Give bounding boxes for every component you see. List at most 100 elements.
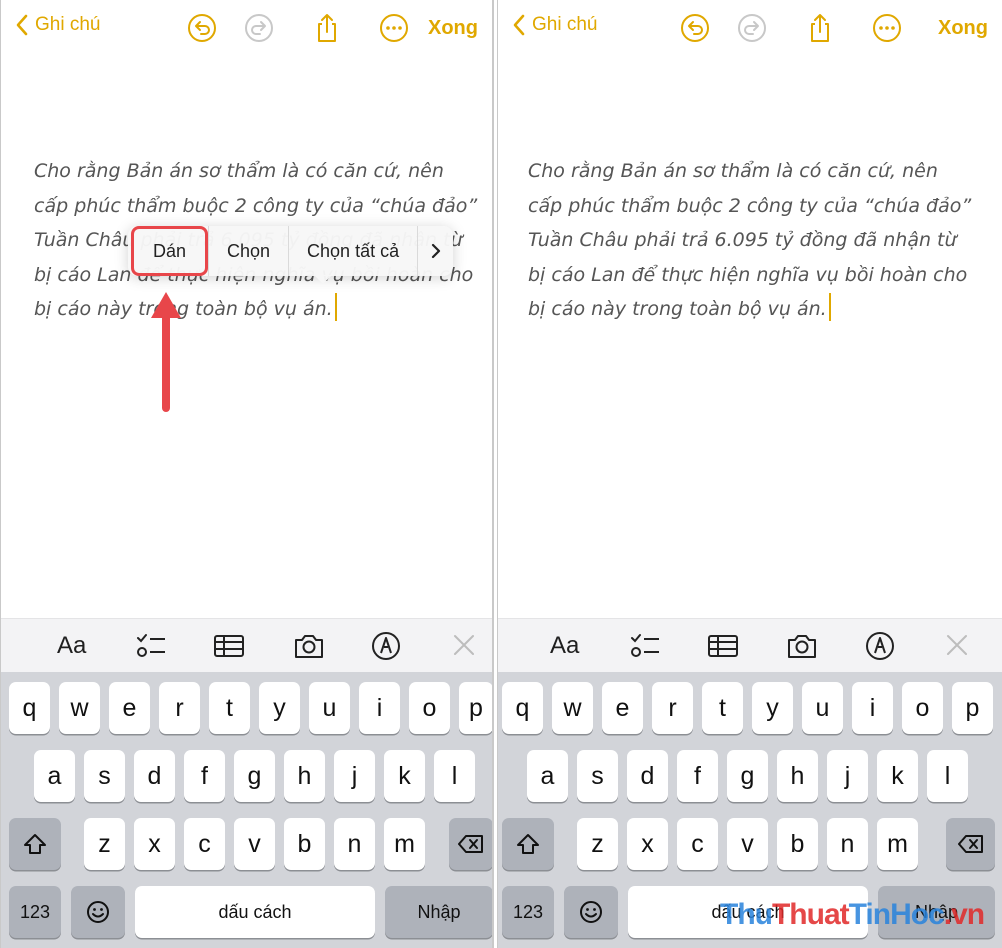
- delete-key[interactable]: [449, 818, 492, 870]
- back-button[interactable]: Ghi chú: [512, 14, 597, 36]
- key-a[interactable]: a: [527, 750, 568, 802]
- checklist-icon[interactable]: [629, 631, 661, 661]
- key-r[interactable]: r: [652, 682, 693, 734]
- key-v[interactable]: v: [234, 818, 275, 870]
- key-o[interactable]: o: [409, 682, 450, 734]
- key-e[interactable]: e: [109, 682, 150, 734]
- key-u[interactable]: u: [309, 682, 350, 734]
- key-o[interactable]: o: [902, 682, 943, 734]
- key-e[interactable]: e: [602, 682, 643, 734]
- table-icon[interactable]: [707, 631, 739, 661]
- key-j[interactable]: j: [827, 750, 868, 802]
- key-i[interactable]: i: [359, 682, 400, 734]
- key-p[interactable]: p: [459, 682, 492, 734]
- key-w[interactable]: w: [552, 682, 593, 734]
- back-button[interactable]: Ghi chú: [15, 14, 100, 36]
- redo-icon[interactable]: [736, 12, 768, 44]
- key-z[interactable]: z: [577, 818, 618, 870]
- key-m[interactable]: m: [384, 818, 425, 870]
- key-b[interactable]: b: [284, 818, 325, 870]
- close-icon[interactable]: [941, 631, 973, 661]
- key-h[interactable]: h: [284, 750, 325, 802]
- key-m[interactable]: m: [877, 818, 918, 870]
- key-f[interactable]: f: [184, 750, 225, 802]
- key-l[interactable]: l: [927, 750, 968, 802]
- key-d[interactable]: d: [627, 750, 668, 802]
- table-icon[interactable]: [213, 631, 245, 661]
- key-j[interactable]: j: [334, 750, 375, 802]
- close-icon[interactable]: [448, 631, 480, 661]
- undo-icon[interactable]: [679, 12, 711, 44]
- key-t[interactable]: t: [702, 682, 743, 734]
- key-a[interactable]: a: [34, 750, 75, 802]
- select-all-menu-item[interactable]: Chọn tất cả: [288, 226, 417, 276]
- emoji-key[interactable]: [564, 886, 618, 938]
- key-b[interactable]: b: [777, 818, 818, 870]
- numbers-key[interactable]: 123: [9, 886, 61, 938]
- done-button[interactable]: Xong: [938, 17, 988, 40]
- space-key[interactable]: dấu cách: [135, 886, 375, 938]
- paste-menu-item[interactable]: Dán: [131, 226, 208, 276]
- more-icon[interactable]: [871, 12, 903, 44]
- redo-icon[interactable]: [243, 12, 275, 44]
- camera-icon[interactable]: [786, 631, 818, 661]
- chevron-left-icon: [16, 14, 28, 36]
- share-icon[interactable]: [804, 12, 836, 44]
- left-screen: Ghi chú Xong Cho rằng Bản án sơ thẩm là …: [0, 0, 494, 948]
- key-h[interactable]: h: [777, 750, 818, 802]
- key-z[interactable]: z: [84, 818, 125, 870]
- return-key[interactable]: Nhập: [385, 886, 492, 938]
- key-t[interactable]: t: [209, 682, 250, 734]
- key-u[interactable]: u: [802, 682, 843, 734]
- key-g[interactable]: g: [727, 750, 768, 802]
- share-icon[interactable]: [311, 12, 343, 44]
- menu-more-button[interactable]: [417, 226, 453, 276]
- key-s[interactable]: s: [577, 750, 618, 802]
- key-c[interactable]: c: [677, 818, 718, 870]
- key-g[interactable]: g: [234, 750, 275, 802]
- emoji-icon: [87, 901, 109, 923]
- emoji-key[interactable]: [71, 886, 125, 938]
- note-body[interactable]: Cho rằng Bản án sơ thẩm là có căn cứ, nê…: [528, 154, 973, 327]
- key-n[interactable]: n: [334, 818, 375, 870]
- checklist-icon[interactable]: [135, 631, 167, 661]
- key-x[interactable]: x: [134, 818, 175, 870]
- camera-icon[interactable]: [293, 631, 325, 661]
- backspace-icon: [957, 835, 983, 853]
- markup-icon[interactable]: [864, 631, 896, 661]
- shift-key[interactable]: [502, 818, 554, 870]
- keyboard: q w e r t y u i o p a s d f g h j k l z …: [1, 672, 492, 948]
- markup-icon[interactable]: [370, 631, 402, 661]
- key-p[interactable]: p: [952, 682, 993, 734]
- delete-key[interactable]: [946, 818, 995, 870]
- format-text-button[interactable]: Aa: [550, 631, 579, 661]
- key-l[interactable]: l: [434, 750, 475, 802]
- key-c[interactable]: c: [184, 818, 225, 870]
- format-text-button[interactable]: Aa: [57, 631, 86, 661]
- select-menu-item[interactable]: Chọn: [208, 226, 288, 276]
- key-n[interactable]: n: [827, 818, 868, 870]
- shift-key[interactable]: [9, 818, 61, 870]
- undo-icon[interactable]: [186, 12, 218, 44]
- key-i[interactable]: i: [852, 682, 893, 734]
- key-x[interactable]: x: [627, 818, 668, 870]
- numbers-key[interactable]: 123: [502, 886, 554, 938]
- key-k[interactable]: k: [384, 750, 425, 802]
- red-arrow-annotation: [151, 292, 181, 412]
- more-icon[interactable]: [378, 12, 410, 44]
- key-v[interactable]: v: [727, 818, 768, 870]
- watermark-part-1: Thu: [720, 898, 773, 931]
- key-d[interactable]: d: [134, 750, 175, 802]
- text-cursor: [334, 293, 337, 321]
- key-y[interactable]: y: [752, 682, 793, 734]
- key-f[interactable]: f: [677, 750, 718, 802]
- key-q[interactable]: q: [502, 682, 543, 734]
- key-k[interactable]: k: [877, 750, 918, 802]
- key-r[interactable]: r: [159, 682, 200, 734]
- key-s[interactable]: s: [84, 750, 125, 802]
- key-q[interactable]: q: [9, 682, 50, 734]
- done-button[interactable]: Xong: [428, 17, 478, 40]
- key-w[interactable]: w: [59, 682, 100, 734]
- nav-bar: Ghi chú Xong: [498, 0, 1002, 58]
- key-y[interactable]: y: [259, 682, 300, 734]
